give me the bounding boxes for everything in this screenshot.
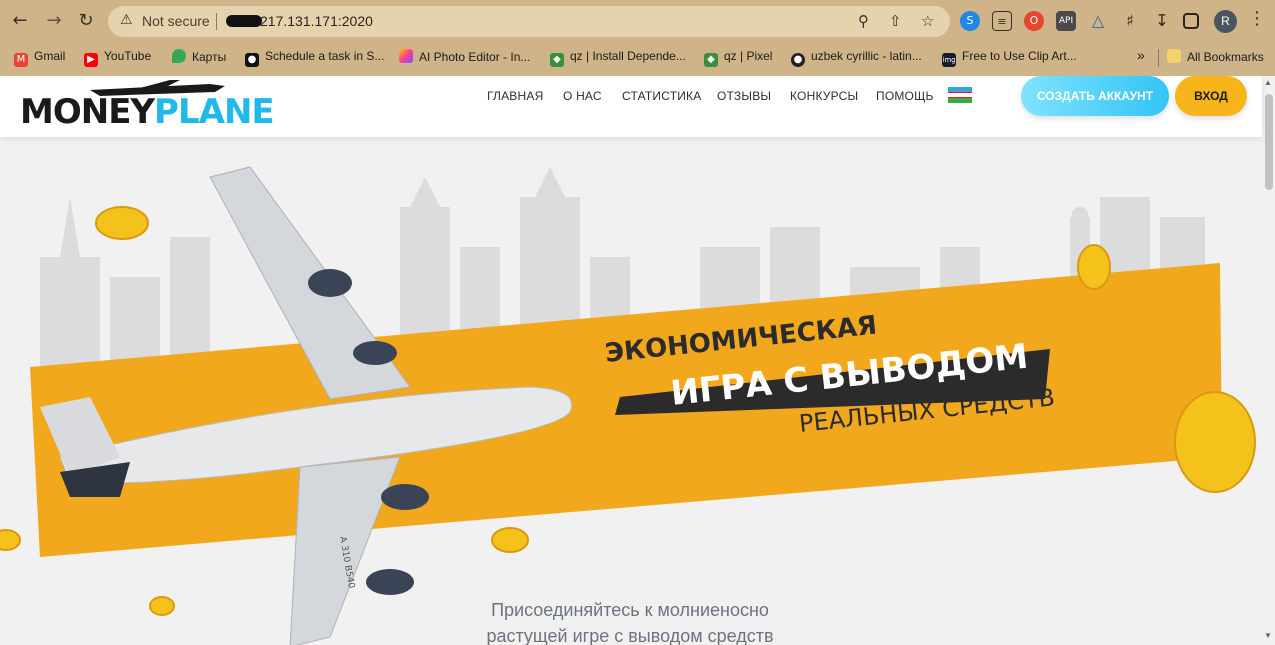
login-button[interactable]: ВХОД — [1175, 76, 1247, 116]
bookmark-qz-pixel[interactable]: ◆ qz | Pixel — [704, 49, 772, 67]
nav-reviews[interactable]: ОТЗЫВЫ — [717, 89, 771, 103]
bookmarks-separator — [1158, 49, 1159, 67]
hero-tagline: Присоединяйтесь к молниеносно растущей и… — [445, 597, 815, 645]
bookmark-label: YouTube — [104, 49, 152, 63]
kebab-menu-icon[interactable]: ⋮ — [1248, 8, 1266, 29]
bookmark-label: All Bookmarks — [1187, 50, 1264, 64]
nav-contests[interactable]: КОНКУРСЫ — [790, 89, 858, 103]
api-extension-icon[interactable]: API — [1056, 11, 1076, 31]
bookmark-schedule[interactable]: ● Schedule a task in S... — [245, 49, 384, 67]
site-header: MONEYPLANE ГЛАВНАЯ О НАС СТАТИСТИКА ОТЗЫ… — [0, 76, 1262, 137]
back-icon[interactable]: ← — [8, 9, 32, 33]
create-account-button[interactable]: СОЗДАТЬ АККАУНТ — [1021, 76, 1169, 116]
sidepanel-icon[interactable] — [1183, 13, 1199, 29]
bookmark-label: AI Photo Editor - In... — [419, 50, 531, 64]
logo-text: MONEYPLANE — [20, 92, 275, 132]
bookmark-label: uzbek cyrillic - latin... — [811, 49, 922, 63]
address-separator — [216, 13, 217, 30]
bookmark-label: Schedule a task in S... — [265, 49, 385, 63]
hero-section: ЭКОНОМИЧЕСКАЯ ИГРА С ВЫВОДОМ РЕАЛЬНЫХ СР… — [0, 137, 1262, 645]
profile-avatar[interactable]: R — [1214, 10, 1237, 33]
bookmark-uzbek[interactable]: ● uzbek cyrillic - latin... — [791, 49, 922, 67]
scroll-up-icon[interactable]: ▲ — [1264, 78, 1272, 87]
forward-icon[interactable]: → — [42, 9, 66, 33]
puzzle-icon[interactable]: ♯ — [1120, 11, 1140, 31]
reload-icon[interactable]: ↻ — [74, 9, 98, 33]
gmail-icon: M — [14, 53, 28, 67]
hero-illustration: ЭКОНОМИЧЕСКАЯ ИГРА С ВЫВОДОМ РЕАЛЬНЫХ СР… — [0, 166, 1256, 645]
scroll-thumb[interactable] — [1265, 94, 1273, 190]
star-icon[interactable]: ☆ — [921, 12, 934, 30]
logo-plane-text: PLANE — [154, 92, 275, 132]
bookmark-label: Free to Use Clip Art... — [962, 49, 1077, 63]
globe-icon: ● — [791, 53, 805, 67]
bookmarks-overflow-button[interactable]: » — [1137, 47, 1145, 65]
scroll-down-icon[interactable]: ▼ — [1264, 631, 1272, 640]
share-icon[interactable]: ⇧ — [889, 12, 902, 30]
uzbekistan-flag-icon[interactable] — [948, 87, 972, 103]
download-icon[interactable]: ↧ — [1152, 11, 1172, 31]
browser-toolbar: ← → ↻ ⚠ Not secure 217.131.171:2020 ⚲ ⇧ … — [0, 0, 1275, 42]
photo-editor-icon — [399, 49, 413, 63]
nav-home[interactable]: ГЛАВНАЯ — [487, 89, 543, 103]
folder-icon — [1167, 49, 1181, 63]
bookmark-label: Gmail — [34, 49, 66, 63]
bookmark-label: qz | Pixel — [724, 49, 773, 63]
security-status[interactable]: Not secure — [142, 13, 210, 29]
page-scrollbar[interactable]: ▲ ▼ — [1262, 76, 1275, 645]
qz-icon: ◆ — [550, 53, 564, 67]
bookmark-label: qz | Install Depende... — [570, 49, 686, 63]
site-logo[interactable]: MONEYPLANE — [20, 80, 275, 132]
triangle-extension-icon[interactable]: △ — [1088, 11, 1108, 31]
address-bar[interactable]: ⚠ Not secure 217.131.171:2020 ⚲ ⇧ ☆ — [108, 6, 950, 37]
qz-icon: ◆ — [704, 53, 718, 67]
logo-money-text: MONEY — [20, 92, 155, 132]
reader-icon[interactable]: ≡ — [992, 11, 1012, 31]
maps-icon — [172, 49, 186, 63]
warning-icon[interactable]: ⚠ — [120, 12, 133, 28]
url-text[interactable]: 217.131.171:2020 — [260, 13, 373, 29]
bookmarks-bar: M Gmail ▶ YouTube Карты ● Schedule a task i… — [0, 42, 1275, 72]
bookmark-maps[interactable]: Карты — [172, 49, 226, 67]
schedule-icon: ● — [245, 53, 259, 67]
shazam-icon[interactable]: S — [960, 11, 980, 31]
bookmark-qz-install[interactable]: ◆ qz | Install Depende... — [550, 49, 686, 67]
opera-icon[interactable]: O — [1024, 11, 1044, 31]
bookmark-gmail[interactable]: M Gmail — [14, 49, 65, 67]
youtube-icon: ▶ — [84, 53, 98, 67]
zoom-icon[interactable]: ⚲ — [858, 12, 869, 30]
bookmark-label: Карты — [192, 50, 227, 64]
page-viewport: MONEYPLANE ГЛАВНАЯ О НАС СТАТИСТИКА ОТЗЫ… — [0, 76, 1275, 645]
nav-about[interactable]: О НАС — [563, 89, 602, 103]
bookmark-youtube[interactable]: ▶ YouTube — [84, 49, 151, 67]
redacted-text — [226, 15, 262, 27]
browser-chrome: ← → ↻ ⚠ Not secure 217.131.171:2020 ⚲ ⇧ … — [0, 0, 1275, 76]
tagline-line2: растущей игре с выводом средств — [486, 626, 774, 645]
tagline-line1: Присоединяйтесь к молниеносно — [491, 600, 769, 620]
nav-statistics[interactable]: СТАТИСТИКА — [622, 89, 701, 103]
clipart-icon: img — [942, 53, 956, 67]
bookmark-photo-editor[interactable]: AI Photo Editor - In... — [399, 49, 530, 67]
all-bookmarks-button[interactable]: All Bookmarks — [1167, 49, 1264, 67]
bookmark-clipart[interactable]: img Free to Use Clip Art... — [942, 49, 1077, 67]
nav-help[interactable]: ПОМОЩЬ — [876, 89, 934, 103]
